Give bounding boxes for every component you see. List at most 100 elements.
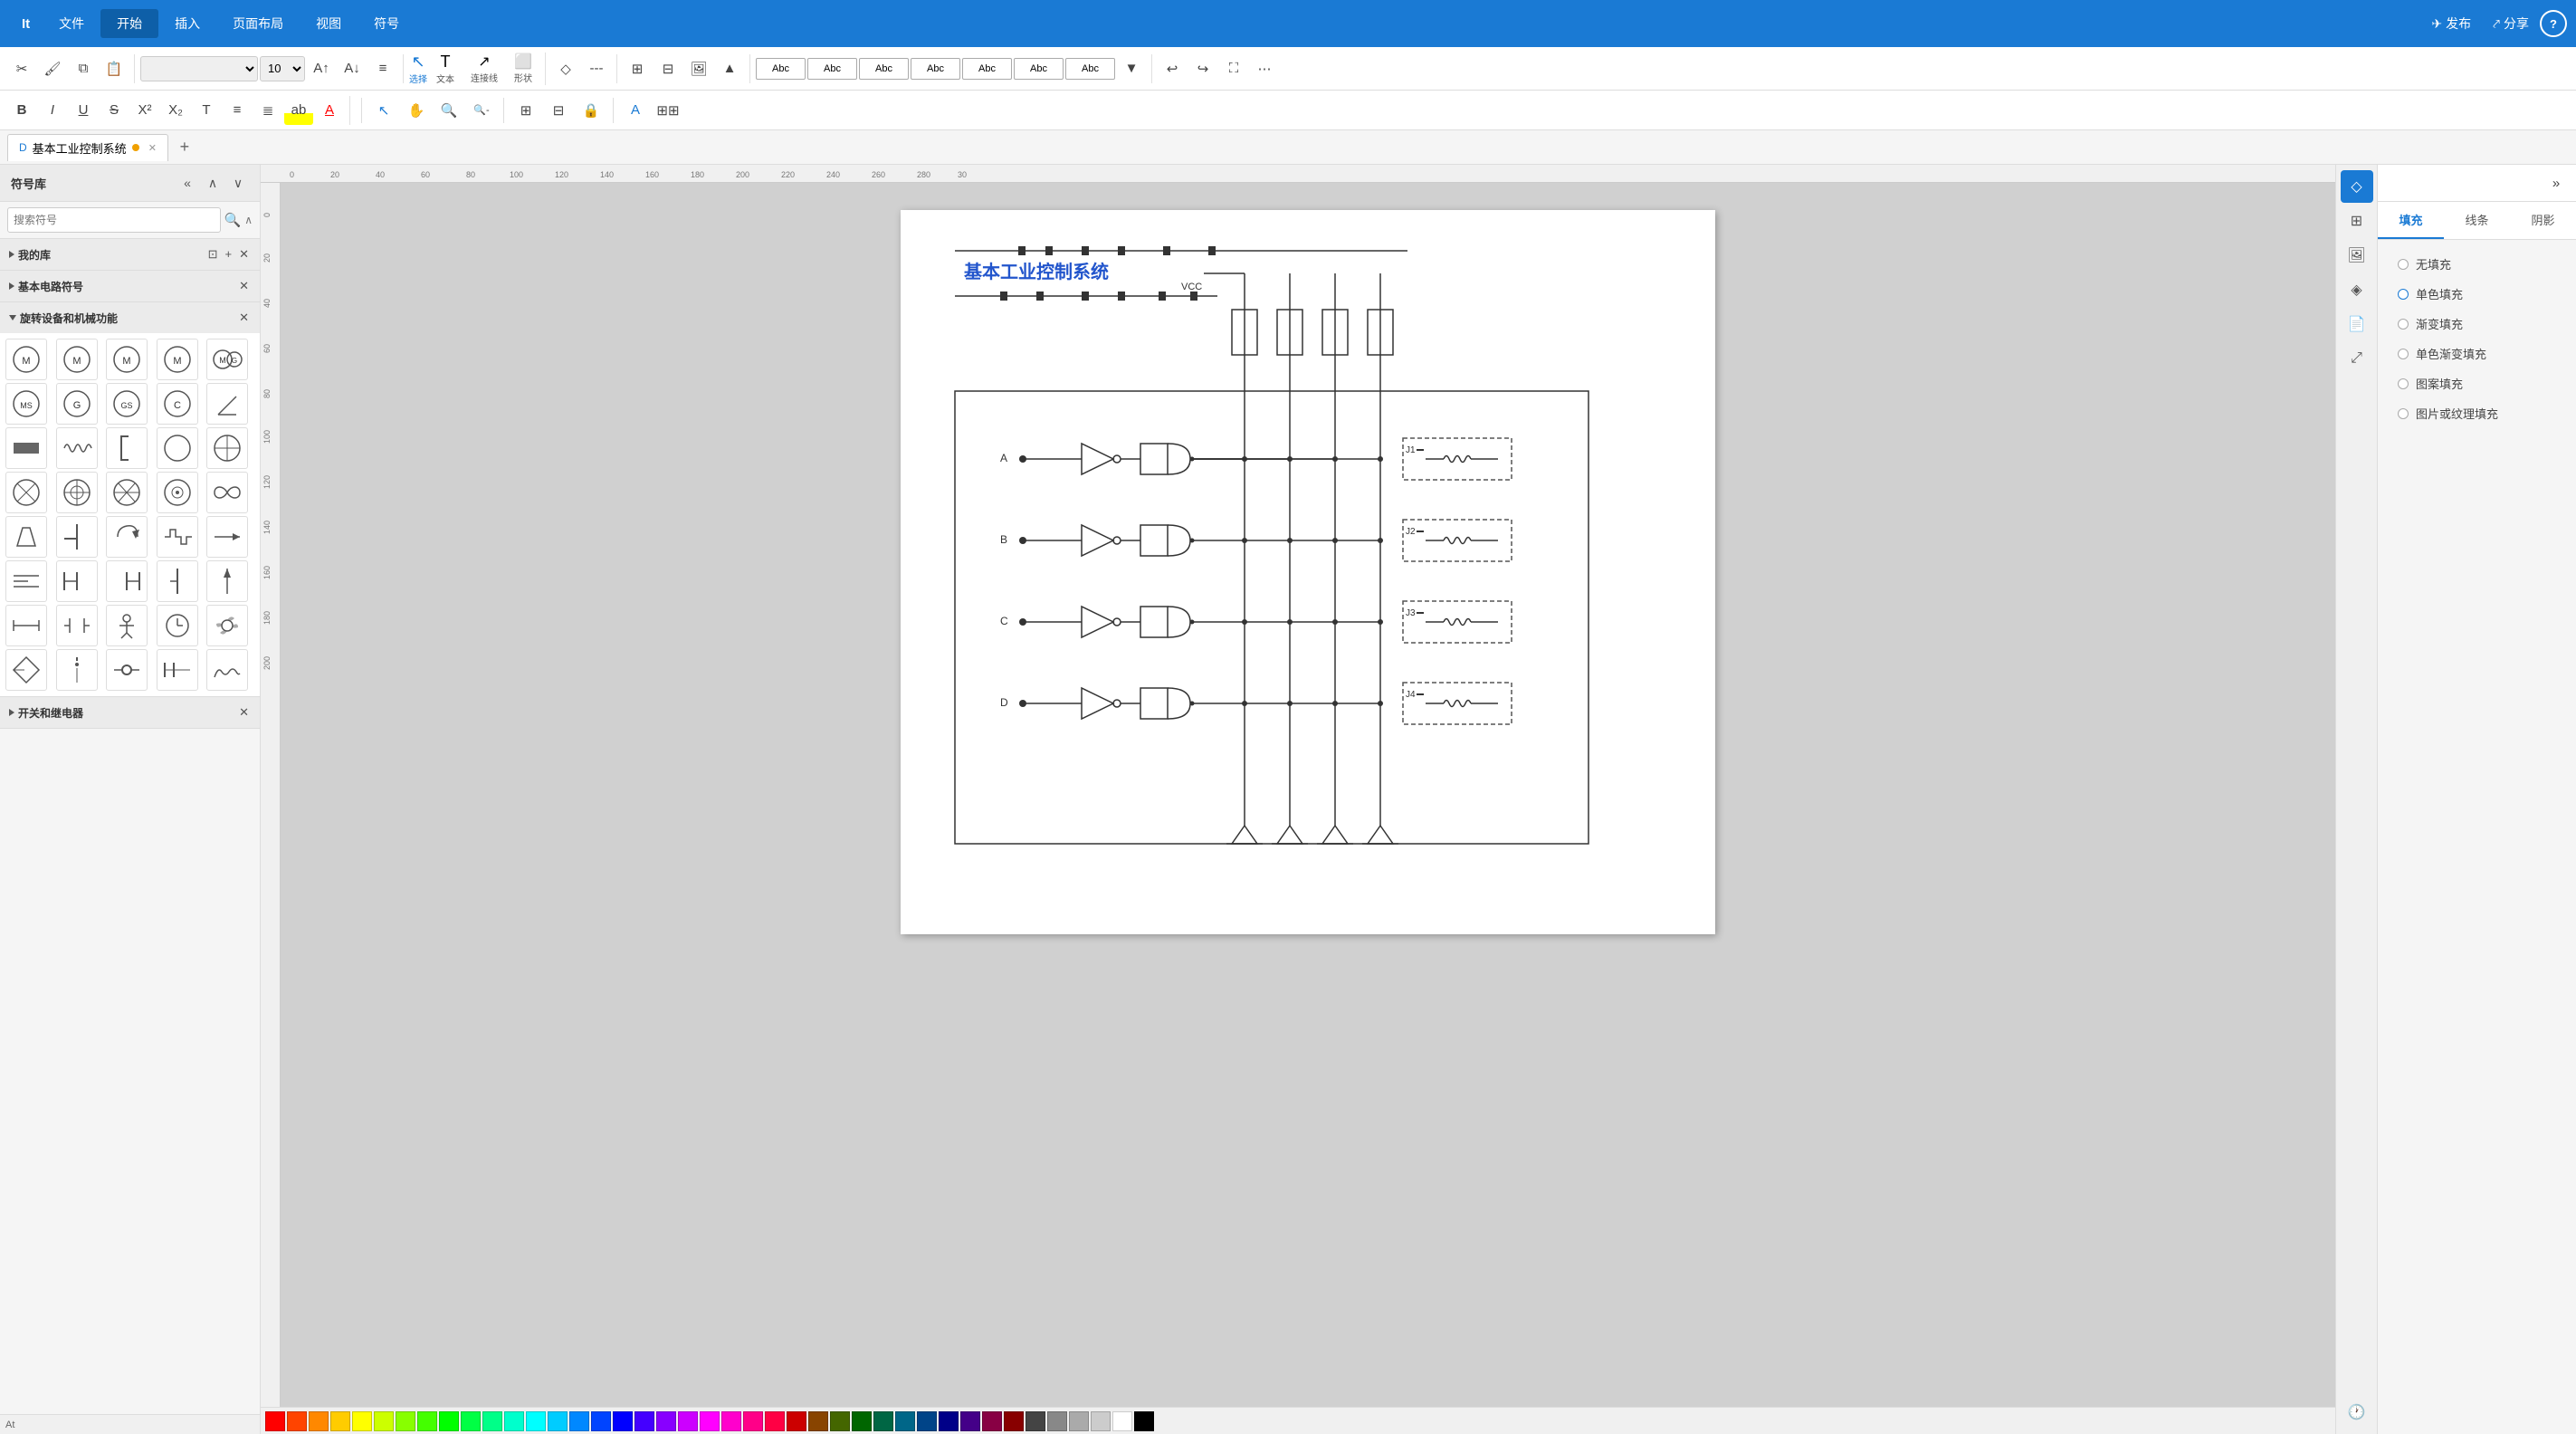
- symbol-clock[interactable]: [157, 605, 198, 646]
- symbol-person[interactable]: [106, 605, 148, 646]
- copy-button[interactable]: ⧉: [69, 54, 98, 83]
- color-swatch[interactable]: [417, 1411, 437, 1431]
- fill-option-none[interactable]: 无填充: [2389, 249, 2565, 279]
- symbol-bracket-l[interactable]: [106, 560, 148, 602]
- image-panel-button[interactable]: 🖼: [2341, 239, 2373, 272]
- basic-circuit-close-button[interactable]: ✕: [237, 277, 251, 295]
- help-button[interactable]: ?: [2540, 10, 2567, 37]
- color-swatch[interactable]: [960, 1411, 980, 1431]
- color-swatch[interactable]: [917, 1411, 937, 1431]
- color-swatch[interactable]: [634, 1411, 654, 1431]
- decrease-font-button[interactable]: A↓: [338, 54, 367, 83]
- color-swatch[interactable]: [700, 1411, 720, 1431]
- color-swatch[interactable]: [374, 1411, 394, 1431]
- color-swatch[interactable]: [1091, 1411, 1111, 1431]
- share-button[interactable]: ⤤ 分享: [2482, 9, 2540, 38]
- color-swatch[interactable]: [569, 1411, 589, 1431]
- my-library-import-button[interactable]: ⊡: [206, 245, 220, 263]
- symbol-M2[interactable]: M: [56, 339, 98, 380]
- color-swatch[interactable]: [591, 1411, 611, 1431]
- color-swatch[interactable]: [1112, 1411, 1132, 1431]
- menu-view[interactable]: 视图: [300, 9, 358, 38]
- symbol-M4[interactable]: M: [157, 339, 198, 380]
- paste-button[interactable]: 📋: [100, 54, 129, 83]
- color-swatch[interactable]: [330, 1411, 350, 1431]
- increase-font-button[interactable]: A↑: [307, 54, 336, 83]
- color-swatch[interactable]: [265, 1411, 285, 1431]
- highlight-button[interactable]: ab: [284, 96, 313, 125]
- font-color-button[interactable]: A: [315, 96, 344, 125]
- bold-button[interactable]: B: [7, 96, 36, 125]
- symbol-search-input[interactable]: [7, 207, 221, 233]
- color-swatch[interactable]: [461, 1411, 481, 1431]
- fill-panel-button[interactable]: ◇: [2341, 170, 2373, 203]
- font-family-select[interactable]: 微软雅黑: [140, 56, 258, 81]
- symbol-arrow-up[interactable]: [206, 560, 248, 602]
- symbol-bracket[interactable]: [106, 427, 148, 469]
- symbol-MG[interactable]: MG: [206, 339, 248, 380]
- color-swatch[interactable]: [287, 1411, 307, 1431]
- line-insert-button[interactable]: ⊟: [544, 96, 573, 125]
- symbol-v-line[interactable]: [157, 560, 198, 602]
- zoom-out-button[interactable]: 🔍-: [467, 96, 496, 125]
- symbol-circle-open[interactable]: [157, 427, 198, 469]
- tab-line[interactable]: 线条: [2444, 202, 2510, 239]
- style-preset-4[interactable]: Abc: [911, 58, 960, 80]
- symbol-circle-dot[interactable]: [157, 472, 198, 513]
- expand-down-button[interactable]: ∨: [227, 172, 249, 194]
- search-filter-button[interactable]: ∧: [244, 214, 253, 226]
- italic-button[interactable]: I: [38, 96, 67, 125]
- layers-panel-button[interactable]: ◈: [2341, 273, 2373, 306]
- zoom-panel-button[interactable]: ⤢: [2341, 342, 2373, 375]
- color-swatch[interactable]: [548, 1411, 568, 1431]
- symbol-infinity[interactable]: [206, 472, 248, 513]
- style-preset-7[interactable]: Abc: [1065, 58, 1115, 80]
- color-swatch[interactable]: [787, 1411, 806, 1431]
- symbol-GS[interactable]: GS: [106, 383, 148, 425]
- style-preset-2[interactable]: Abc: [807, 58, 857, 80]
- switch-relay-close-button[interactable]: ✕: [237, 703, 251, 722]
- symbol-h-lines[interactable]: [5, 560, 47, 602]
- color-swatch[interactable]: [656, 1411, 676, 1431]
- tab-diagram[interactable]: D 基本工业控制系统 ✕: [7, 134, 168, 161]
- color-swatch[interactable]: [1026, 1411, 1045, 1431]
- color-swatch[interactable]: [765, 1411, 785, 1431]
- symbol-fan[interactable]: [206, 605, 248, 646]
- symbol-MS[interactable]: MS: [5, 383, 47, 425]
- color-swatch[interactable]: [352, 1411, 372, 1431]
- style-preset-5[interactable]: Abc: [962, 58, 1012, 80]
- document-panel-button[interactable]: 📄: [2341, 308, 2373, 340]
- fill-option-pattern[interactable]: 图案填充: [2389, 368, 2565, 398]
- history-panel-button[interactable]: 🕐: [2341, 1396, 2373, 1429]
- expand-up-button[interactable]: ∧: [202, 172, 224, 194]
- shape-tool[interactable]: ⬜ 形状: [507, 53, 539, 84]
- symbol-arrow-right[interactable]: [206, 516, 248, 558]
- basic-circuit-header[interactable]: 基本电路符号 ✕: [0, 271, 260, 301]
- color-swatch[interactable]: [982, 1411, 1002, 1431]
- redo-button[interactable]: ↪: [1188, 54, 1217, 83]
- tab-fill[interactable]: 填充: [2378, 202, 2444, 239]
- color-swatch[interactable]: [1004, 1411, 1024, 1431]
- list-style-button[interactable]: ≡: [223, 96, 252, 125]
- style-preset-3[interactable]: Abc: [859, 58, 909, 80]
- color-swatch[interactable]: [852, 1411, 872, 1431]
- font-size-select[interactable]: 10 12141618: [260, 56, 305, 81]
- subscript-button[interactable]: X₂: [161, 96, 190, 125]
- symbol-M1[interactable]: M: [5, 339, 47, 380]
- symbol-G[interactable]: G: [56, 383, 98, 425]
- style-preset-1[interactable]: Abc: [756, 58, 806, 80]
- menu-file[interactable]: 文件: [43, 9, 100, 38]
- select-tool[interactable]: ↖ 选择: [409, 53, 427, 85]
- symbol-C[interactable]: C: [157, 383, 198, 425]
- undo-button[interactable]: ↩: [1158, 54, 1187, 83]
- tab-shadow[interactable]: 阴影: [2510, 202, 2576, 239]
- color-swatch[interactable]: [439, 1411, 459, 1431]
- symbol-wave[interactable]: [206, 649, 248, 691]
- color-swatch[interactable]: [939, 1411, 959, 1431]
- symbol-bracket-r[interactable]: [56, 560, 98, 602]
- text-fill-button[interactable]: A: [621, 96, 650, 125]
- fill-option-solid-gradient[interactable]: 单色渐变填充: [2389, 339, 2565, 368]
- symbol-circle-small[interactable]: [106, 649, 148, 691]
- tab-add-button[interactable]: +: [172, 135, 197, 160]
- collapse-panel-button[interactable]: »: [2542, 168, 2571, 197]
